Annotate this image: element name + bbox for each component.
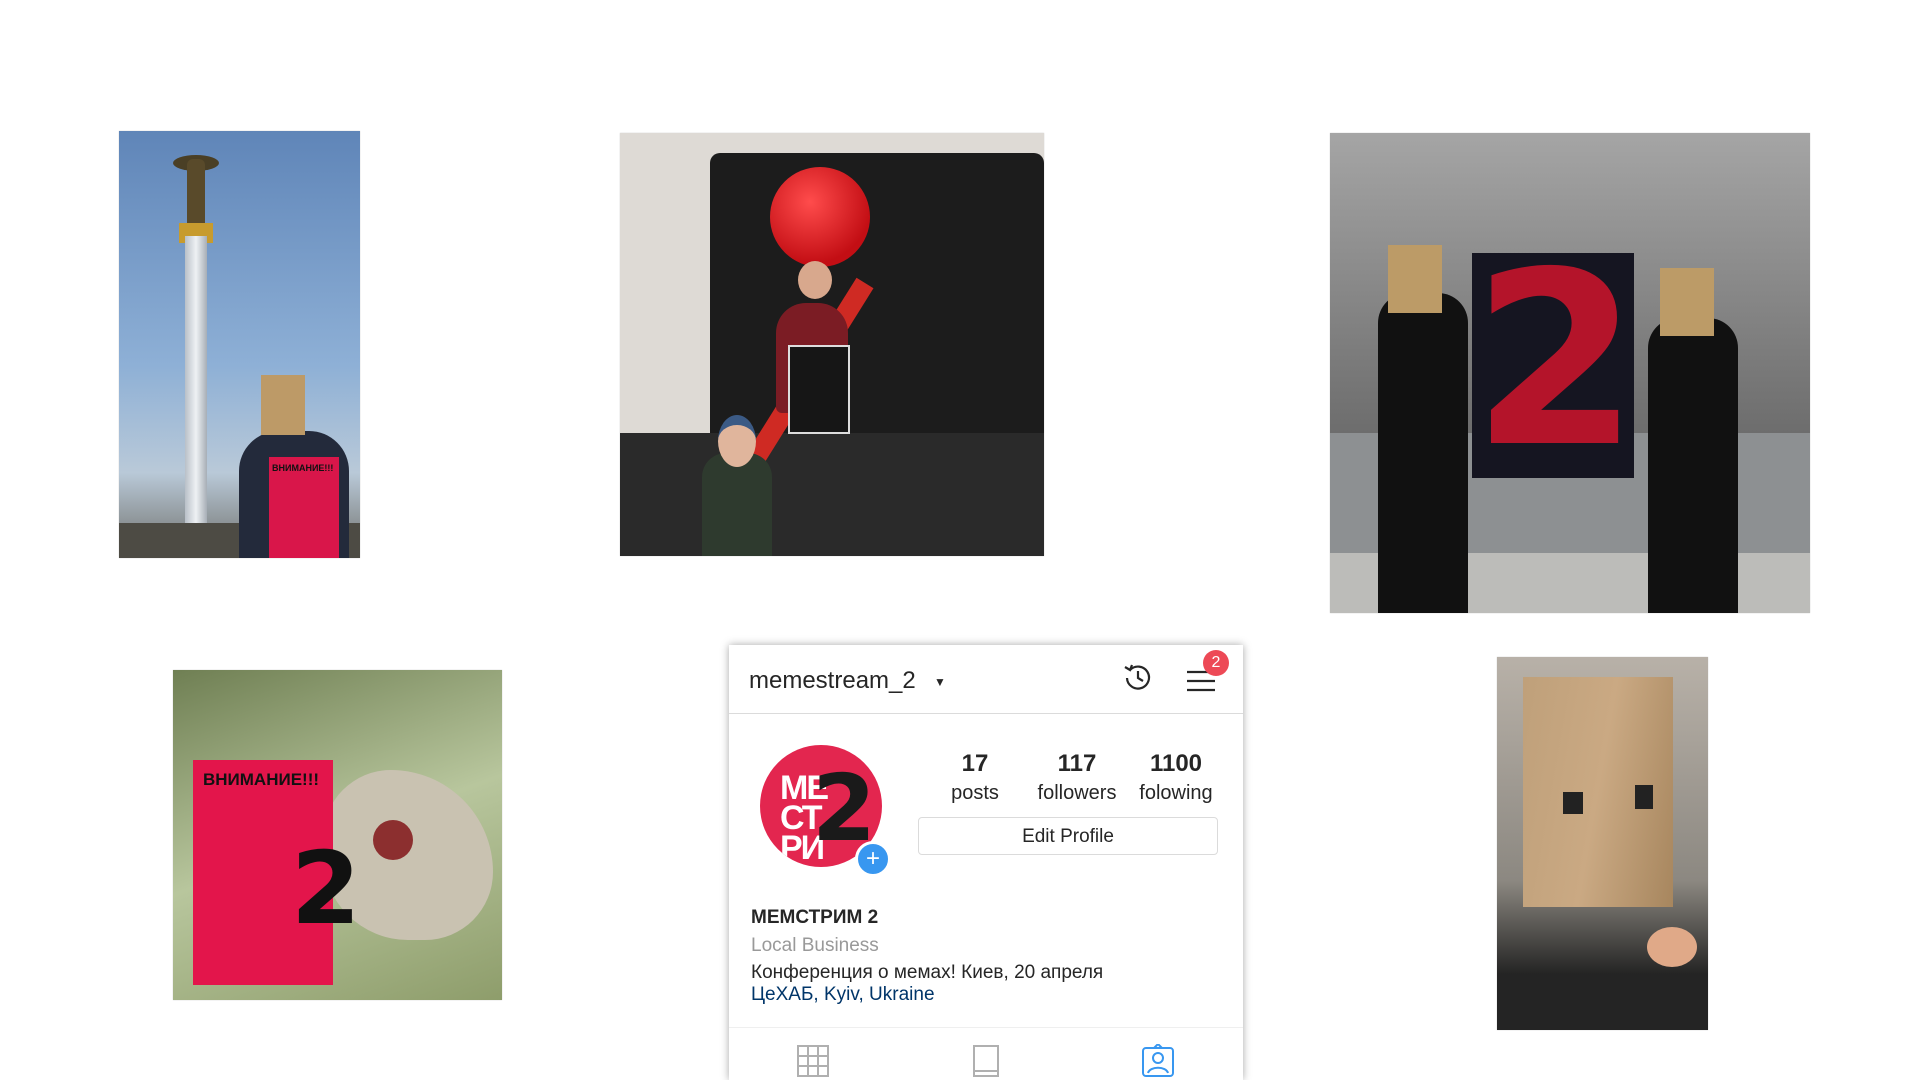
train-base (620, 433, 1044, 556)
paper-bag-left (1388, 245, 1442, 313)
person-right (1648, 318, 1738, 613)
history-icon[interactable] (1121, 661, 1155, 695)
stat-following-label: folowing (1139, 782, 1213, 804)
hyena-mouth (373, 820, 413, 860)
boy-head (718, 415, 756, 467)
profile-panel: memestream_2 ▼ 2 МЕ СТ РИ 2 + 17 posts 1… (729, 645, 1243, 1080)
stat-followers-value: 117 (1057, 750, 1097, 777)
tagged-icon[interactable] (1141, 1042, 1175, 1078)
photo-hyena: ВНИМАНИЕ!!! 2 (173, 670, 502, 1000)
feed-icon[interactable] (969, 1044, 1003, 1078)
hand (1647, 927, 1697, 967)
photo-train (620, 133, 1044, 556)
bag-eye-left (1563, 792, 1583, 814)
stat-followers[interactable]: 117 followers (1022, 750, 1132, 805)
chevron-down-icon[interactable]: ▼ (934, 675, 946, 689)
poster-digit: 2 (291, 830, 361, 947)
edit-profile-button[interactable]: Edit Profile (918, 817, 1218, 855)
stat-followers-label: followers (1037, 782, 1117, 804)
location-link[interactable]: ЦеХАБ, Kyiv, Ukraine (751, 984, 935, 1006)
banner-digit: 2 (1472, 220, 1639, 500)
boy (702, 453, 772, 556)
poster-title: ВНИМАНИЕ!!! (272, 463, 334, 473)
add-icon[interactable]: + (855, 841, 891, 877)
girl-head (798, 261, 832, 299)
locomotive (710, 153, 1044, 453)
stat-posts-value: 17 (961, 750, 989, 777)
bag-eye-right (1635, 785, 1653, 809)
username[interactable]: memestream_2 (749, 667, 916, 695)
statue (187, 159, 205, 227)
stat-following-value: 1100 (1149, 750, 1203, 777)
poster (788, 345, 850, 434)
notification-badge[interactable]: 2 (1203, 650, 1229, 676)
red-ball (770, 167, 870, 267)
profile-header: memestream_2 ▼ 2 (729, 645, 1243, 714)
person-left (1378, 293, 1468, 613)
bio: Конференция о мемах! Киев, 20 апреля (751, 962, 1104, 983)
grid-icon[interactable] (796, 1044, 830, 1078)
poster: ВНИМАНИЕ!!! (269, 457, 339, 558)
poster-title: ВНИМАНИЕ!!! (203, 770, 320, 789)
category: Local Business (751, 935, 879, 956)
stat-posts[interactable]: 17 posts (920, 750, 1030, 805)
column (185, 236, 207, 554)
photo-paper-bag (1497, 657, 1708, 1030)
paper-bag (261, 375, 305, 435)
stat-following[interactable]: 1100 folowing (1121, 750, 1231, 805)
photo-statue: ВНИМАНИЕ!!! (119, 131, 360, 558)
profile-tabs (729, 1027, 1243, 1080)
photo-banner: 2 (1330, 133, 1810, 613)
paper-bag-right (1660, 268, 1714, 336)
stat-posts-label: posts (951, 782, 999, 804)
full-name: МЕМСТРИМ 2 (751, 907, 879, 928)
